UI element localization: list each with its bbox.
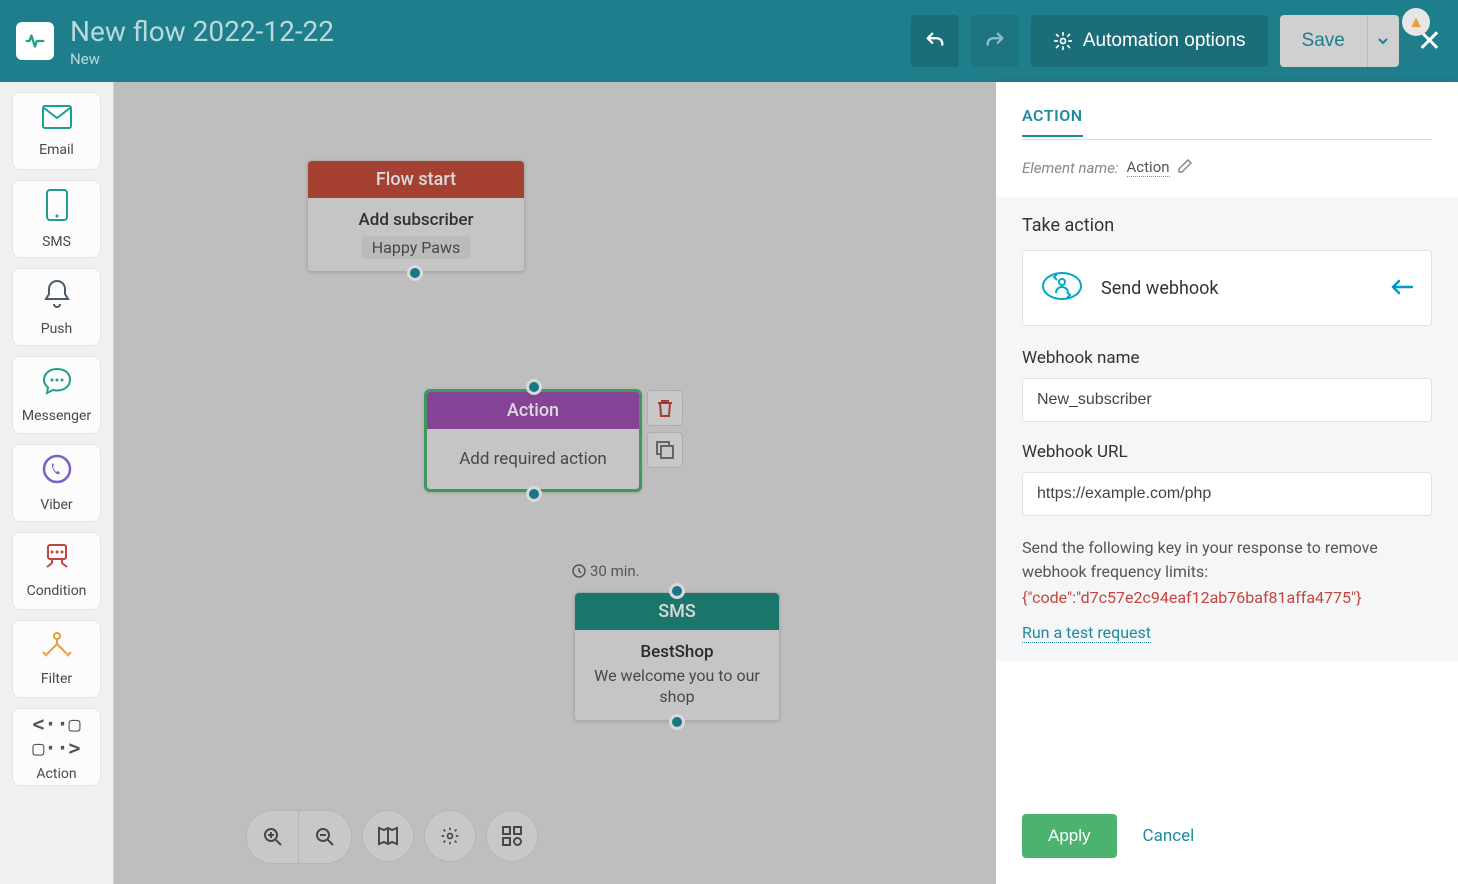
sidebar-item-email[interactable]: Email [12,92,101,170]
email-icon [42,105,72,136]
page-title: New flow 2022-12-22 [70,15,911,48]
condition-icon [42,544,72,577]
sidebar-item-viber[interactable]: Viber [12,444,101,522]
undo-icon [924,30,946,52]
apply-button[interactable]: Apply [1022,814,1117,858]
sidebar-item-messenger[interactable]: Messenger [12,356,101,434]
redo-icon [984,30,1006,52]
webhook-hint: Send the following key in your response … [1022,536,1432,584]
webhook-name-input[interactable] [1022,378,1432,422]
sidebar-item-action[interactable]: <··▢▢··> Action [12,708,101,786]
block-sidebar: Email SMS Push Messenger Viber [0,82,114,884]
webhook-name-label: Webhook name [1022,348,1432,368]
undo-button[interactable] [911,15,959,67]
pencil-icon [1178,159,1192,173]
webhook-url-input[interactable] [1022,472,1432,516]
pulse-icon [24,30,46,52]
page-subtitle: New [70,50,911,68]
sidebar-item-condition[interactable]: Condition [12,532,101,610]
filter-icon [40,632,74,665]
element-name-value[interactable]: Action [1127,158,1170,177]
app-logo [16,22,54,60]
redo-button[interactable] [971,15,1019,67]
warning-badge[interactable]: ▲ [1402,8,1430,36]
action-type-selector[interactable]: Send webhook [1022,250,1432,326]
sidebar-item-sms[interactable]: SMS [12,180,101,258]
save-dropdown-button[interactable] [1367,15,1399,67]
test-request-link[interactable]: Run a test request [1022,623,1151,643]
webhook-icon [1041,265,1083,311]
action-icon: <··▢▢··> [32,712,80,760]
element-name-row: Element name: Action [1022,158,1432,177]
gear-icon [1053,31,1073,51]
sidebar-item-filter[interactable]: Filter [12,620,101,698]
app-header: New flow 2022-12-22 New Automation optio… [0,0,1458,82]
sms-icon [46,189,68,228]
back-arrow-icon [1391,276,1413,300]
viber-icon [42,454,72,491]
flow-canvas[interactable]: Flow start Add subscriber Happy Paws Act… [114,82,996,884]
automation-options-button[interactable]: Automation options [1031,15,1268,67]
chevron-down-icon [1378,36,1388,46]
take-action-label: Take action [1022,215,1432,236]
edit-name-button[interactable] [1178,159,1192,177]
cancel-button[interactable]: Cancel [1143,826,1195,846]
webhook-code: {"code":"d7c57e2c94eaf12ab76baf81affa477… [1022,588,1432,607]
action-panel: ACTION Element name: Action Take action … [996,82,1458,884]
save-button[interactable]: Save [1280,15,1367,67]
panel-tab-action[interactable]: ACTION [1022,106,1083,137]
push-icon [43,278,71,315]
messenger-icon [42,367,72,402]
sidebar-item-push[interactable]: Push [12,268,101,346]
webhook-url-label: Webhook URL [1022,442,1432,462]
